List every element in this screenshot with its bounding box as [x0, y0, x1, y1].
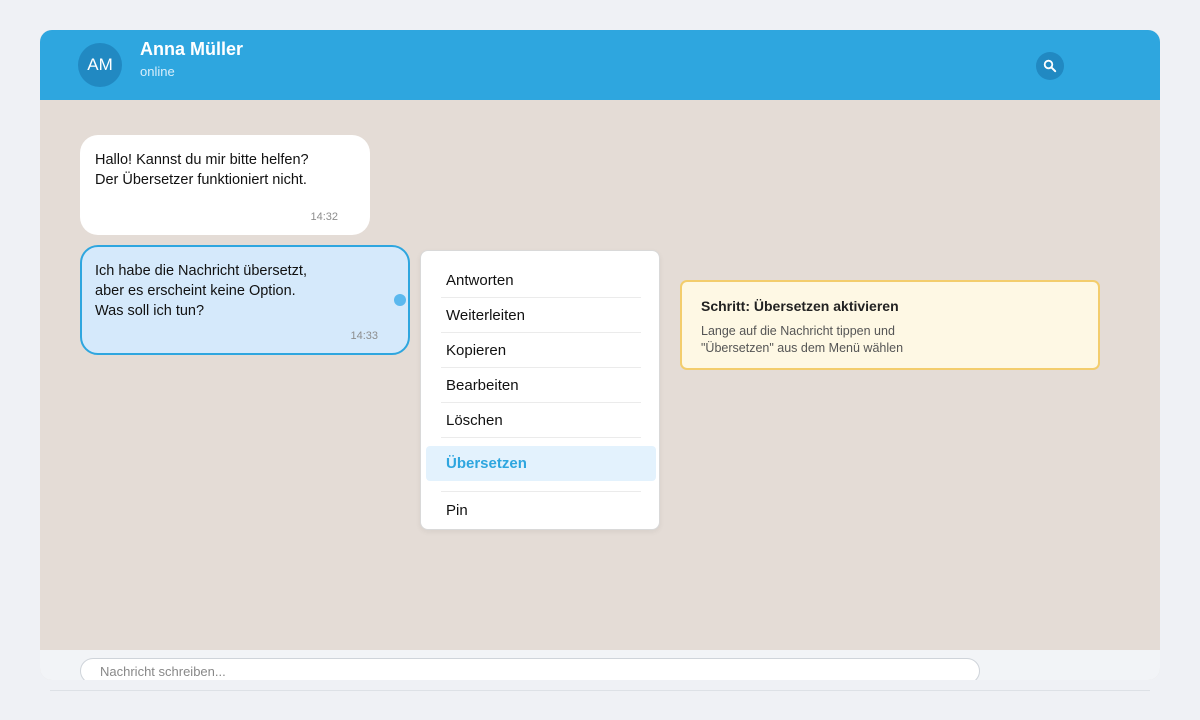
- message-list: Hallo! Kannst du mir bitte helfen? Der Ü…: [40, 100, 1160, 650]
- message-text-line: Ich habe die Nachricht übersetzt,: [95, 263, 307, 279]
- message-text-line: Der Übersetzer funktioniert nicht.: [95, 172, 307, 188]
- message-time: 14:32: [310, 211, 338, 223]
- menu-item-bearbeiten[interactable]: Bearbeiten: [441, 368, 641, 403]
- context-menu: Antworten Weiterleiten Kopieren Bearbeit…: [420, 250, 660, 530]
- contact-status: online: [140, 64, 175, 79]
- search-button[interactable]: [1036, 52, 1064, 80]
- menu-item-antworten[interactable]: Antworten: [441, 263, 641, 298]
- composer-bar: [40, 650, 1160, 680]
- selection-indicator: [394, 294, 406, 306]
- menu-divider: [441, 491, 641, 492]
- message-text-line: Hallo! Kannst du mir bitte helfen?: [95, 152, 309, 168]
- search-icon: [1043, 59, 1057, 73]
- avatar[interactable]: AM: [78, 43, 122, 87]
- contact-name[interactable]: Anna Müller: [140, 39, 243, 60]
- hint-body: Lange auf die Nachricht tippen und "Über…: [701, 323, 1079, 357]
- selected-outgoing-message[interactable]: Ich habe die Nachricht übersetzt, aber e…: [80, 245, 410, 355]
- menu-item-weiterleiten[interactable]: Weiterleiten: [441, 298, 641, 333]
- message-text-line: aber es erscheint keine Option.: [95, 283, 296, 299]
- hint-title: Schritt: Übersetzen aktivieren: [701, 298, 899, 314]
- hint-box: Schritt: Übersetzen aktivieren Lange auf…: [680, 280, 1100, 370]
- message-input[interactable]: [80, 658, 980, 680]
- message-time: 14:33: [350, 330, 378, 342]
- message-text-line: Was soll ich tun?: [95, 303, 205, 319]
- menu-item-loeschen[interactable]: Löschen: [441, 403, 641, 438]
- menu-item-pin[interactable]: Pin: [441, 493, 641, 528]
- divider: [50, 690, 1150, 691]
- hint-line: Lange auf die Nachricht tippen und: [701, 324, 895, 338]
- incoming-message[interactable]: Hallo! Kannst du mir bitte helfen? Der Ü…: [80, 135, 370, 235]
- menu-item-uebersetzen[interactable]: Übersetzen: [426, 446, 656, 481]
- menu-item-kopieren[interactable]: Kopieren: [441, 333, 641, 368]
- chat-header: AM Anna Müller online: [40, 30, 1160, 100]
- chat-window: AM Anna Müller online Hallo! Kannst du m…: [40, 30, 1160, 680]
- hint-line: "Übersetzen" aus dem Menü wählen: [701, 341, 904, 355]
